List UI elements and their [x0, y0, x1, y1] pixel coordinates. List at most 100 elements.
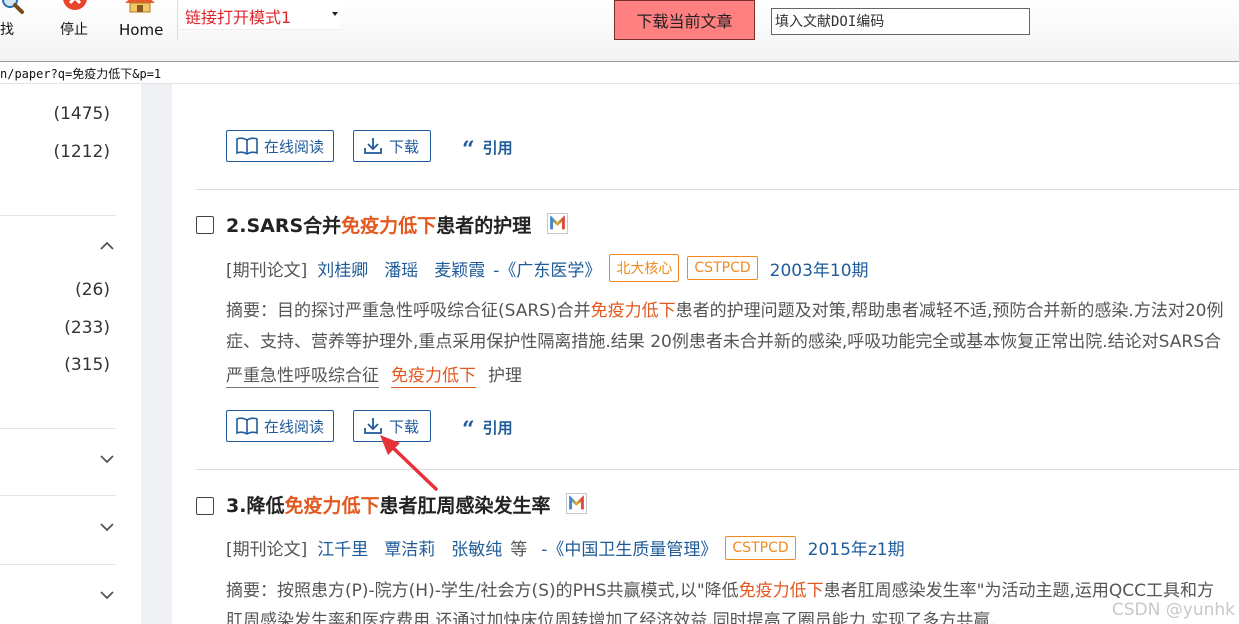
filter-count[interactable]: (1475)	[53, 104, 110, 124]
chevron-down-icon[interactable]	[100, 454, 114, 464]
dropdown-arrow-icon[interactable]	[332, 12, 338, 16]
issue-link[interactable]: 2015年z1期	[808, 535, 905, 560]
title-highlight: 免疫力低下	[341, 215, 437, 237]
abstract-line: 摘要：按照患方(P)-院方(H)-学生/社会方(S)的PHS共赢模式,以"降低免…	[226, 576, 1214, 601]
filter-count[interactable]: (233)	[64, 318, 110, 338]
result-number: 2.	[226, 215, 247, 237]
filter-count[interactable]: (1212)	[53, 142, 110, 162]
abstract-line: 症、支持、营养等护理外,重点采用保护性隔离措施.结果 20例患者未合并新的感染,…	[226, 332, 1221, 352]
authors-etc: 等	[510, 540, 528, 560]
keyword-link[interactable]: 严重急性呼吸综合征	[226, 365, 379, 388]
abstract-text: 摘要：按照患方(P)-院方(H)-学生/社会方(S)的PHS共赢模式,以"降低	[226, 581, 739, 601]
cite-button[interactable]: “ 引用	[462, 136, 513, 163]
search-results: 在线阅读 下载 “ 引用 2.SARS合并免疫力低下患者的护理 [期刊论文] 刘…	[172, 84, 1239, 624]
result-title[interactable]: 3.降低免疫力低下患者肛周感染发生率	[226, 491, 588, 518]
address-bar[interactable]: n/paper?q=免疫力低下&p=1	[0, 62, 1239, 84]
home-icon	[125, 0, 155, 13]
author-link[interactable]: 刘桂卿	[317, 256, 368, 281]
link-mode-value: 链接打开模式1	[185, 8, 292, 27]
toolbar-separator	[177, 0, 178, 40]
book-icon	[236, 137, 258, 155]
abstract-text: 患者肛周感染发生率"为活动主题,运用QCC工具和方	[823, 581, 1215, 601]
read-online-button[interactable]: 在线阅读	[226, 410, 334, 442]
download-icon	[364, 138, 382, 154]
index-tag: CSTPCD	[687, 256, 758, 280]
author-link[interactable]: 张敏纯	[451, 535, 502, 560]
download-current-article-button[interactable]: 下载当前文章	[614, 0, 755, 40]
search-button[interactable]: 查找	[0, 0, 40, 40]
filter-divider	[0, 428, 116, 429]
book-icon	[236, 417, 258, 435]
journal-link[interactable]: -《广东医学》	[493, 256, 601, 281]
browser-toolbar: 查找 停止 Home 链接打开模式1 下载当前文章	[0, 0, 1239, 62]
filter-divider	[0, 564, 116, 565]
link-mode-select[interactable]: 链接打开模式1	[180, 0, 340, 30]
publication-type: [期刊论文]	[226, 540, 308, 560]
filter-count[interactable]: (26)	[75, 280, 110, 300]
abstract-line: 肛周感染发生率和医疗费用,还通过加快床位周转增加了经济效益,同时提高了圈员能力,…	[226, 611, 996, 624]
download-label: 下载	[389, 417, 420, 436]
abstract-highlight: 免疫力低下	[738, 581, 824, 601]
title-highlight: 免疫力低下	[284, 495, 380, 517]
author-link[interactable]: 潘瑶	[384, 256, 418, 281]
home-button[interactable]: Home	[116, 0, 172, 40]
read-online-button[interactable]: 在线阅读	[226, 130, 334, 162]
title-text: 患者肛周感染发生率	[379, 495, 551, 517]
stop-button[interactable]: 停止	[56, 0, 96, 40]
chevron-down-icon[interactable]	[100, 522, 114, 532]
index-tag: 北大核心	[609, 254, 680, 282]
author-link[interactable]: 覃洁莉	[384, 535, 435, 560]
home-label: Home	[119, 21, 164, 39]
layout-gutter	[141, 84, 172, 624]
filter-divider	[0, 215, 116, 216]
publication-type: [期刊论文]	[226, 260, 308, 281]
result-meta: [期刊论文] 江千里 覃洁莉 张敏纯 等 -《中国卫生质量管理》 CSTPCD …	[226, 535, 905, 560]
author-link[interactable]: 江千里	[317, 535, 368, 560]
abstract-text: 摘要：目的探讨严重急性呼吸综合征(SARS)合并	[226, 301, 591, 321]
title-text: 降低	[246, 495, 285, 517]
quote-icon: “	[462, 137, 475, 163]
doi-input[interactable]	[771, 8, 1030, 35]
read-online-label: 在线阅读	[264, 137, 325, 156]
abstract-line: 摘要：目的探讨严重急性呼吸综合征(SARS)合并免疫力低下患者的护理问题及对策,…	[226, 296, 1223, 321]
issue-link[interactable]: 2003年10期	[770, 256, 869, 281]
journal-link[interactable]: -《中国卫生质量管理》	[541, 535, 717, 560]
mendeley-m-icon[interactable]	[566, 493, 588, 514]
keyword-link[interactable]: 免疫力低下	[391, 365, 476, 388]
result-divider	[196, 189, 1239, 190]
quote-icon: “	[462, 417, 475, 443]
result-title[interactable]: 2.SARS合并免疫力低下患者的护理	[226, 211, 568, 238]
chevron-up-icon[interactable]	[100, 241, 114, 251]
result-divider	[196, 469, 1239, 470]
author-link[interactable]: 麦颖霞	[434, 256, 485, 281]
stop-icon	[63, 0, 87, 10]
download-button[interactable]: 下载	[353, 130, 431, 162]
index-tag: CSTPCD	[725, 535, 796, 560]
result-number: 3.	[226, 495, 247, 517]
watermark-text: CSDN @yunhk	[1111, 600, 1235, 620]
filter-divider	[0, 495, 116, 496]
abstract-highlight: 免疫力低下	[590, 301, 676, 321]
title-text: 患者的护理	[436, 215, 532, 237]
download-label: 下载	[389, 137, 420, 156]
download-button[interactable]: 下载	[353, 410, 431, 442]
filter-count[interactable]: (315)	[64, 355, 110, 375]
stop-label: 停止	[60, 22, 88, 38]
keyword-list: 严重急性呼吸综合征 免疫力低下 护理	[226, 365, 534, 388]
magnifier-icon	[2, 0, 24, 14]
keyword-link[interactable]: 护理	[488, 365, 522, 388]
filter-sidebar: (1475) (1212) (26) (233) (315)	[0, 84, 141, 624]
mendeley-m-icon[interactable]	[546, 213, 568, 234]
cite-button[interactable]: “ 引用	[462, 416, 513, 443]
cite-label: 引用	[482, 138, 513, 157]
download-icon	[364, 418, 382, 434]
result-checkbox[interactable]	[196, 497, 214, 515]
search-label: 查找	[0, 22, 14, 38]
result-meta: [期刊论文] 刘桂卿 潘瑶 麦颖霞 -《广东医学》 北大核心 CSTPCD 20…	[226, 254, 869, 282]
cite-label: 引用	[482, 418, 513, 437]
read-online-label: 在线阅读	[264, 417, 325, 436]
chevron-down-icon[interactable]	[100, 590, 114, 600]
abstract-text: 患者的护理问题及对策,帮助患者减轻不适,预防合并新的感染.方法对20例	[675, 301, 1224, 321]
result-checkbox[interactable]	[196, 216, 214, 234]
title-text: SARS合并	[246, 215, 342, 237]
